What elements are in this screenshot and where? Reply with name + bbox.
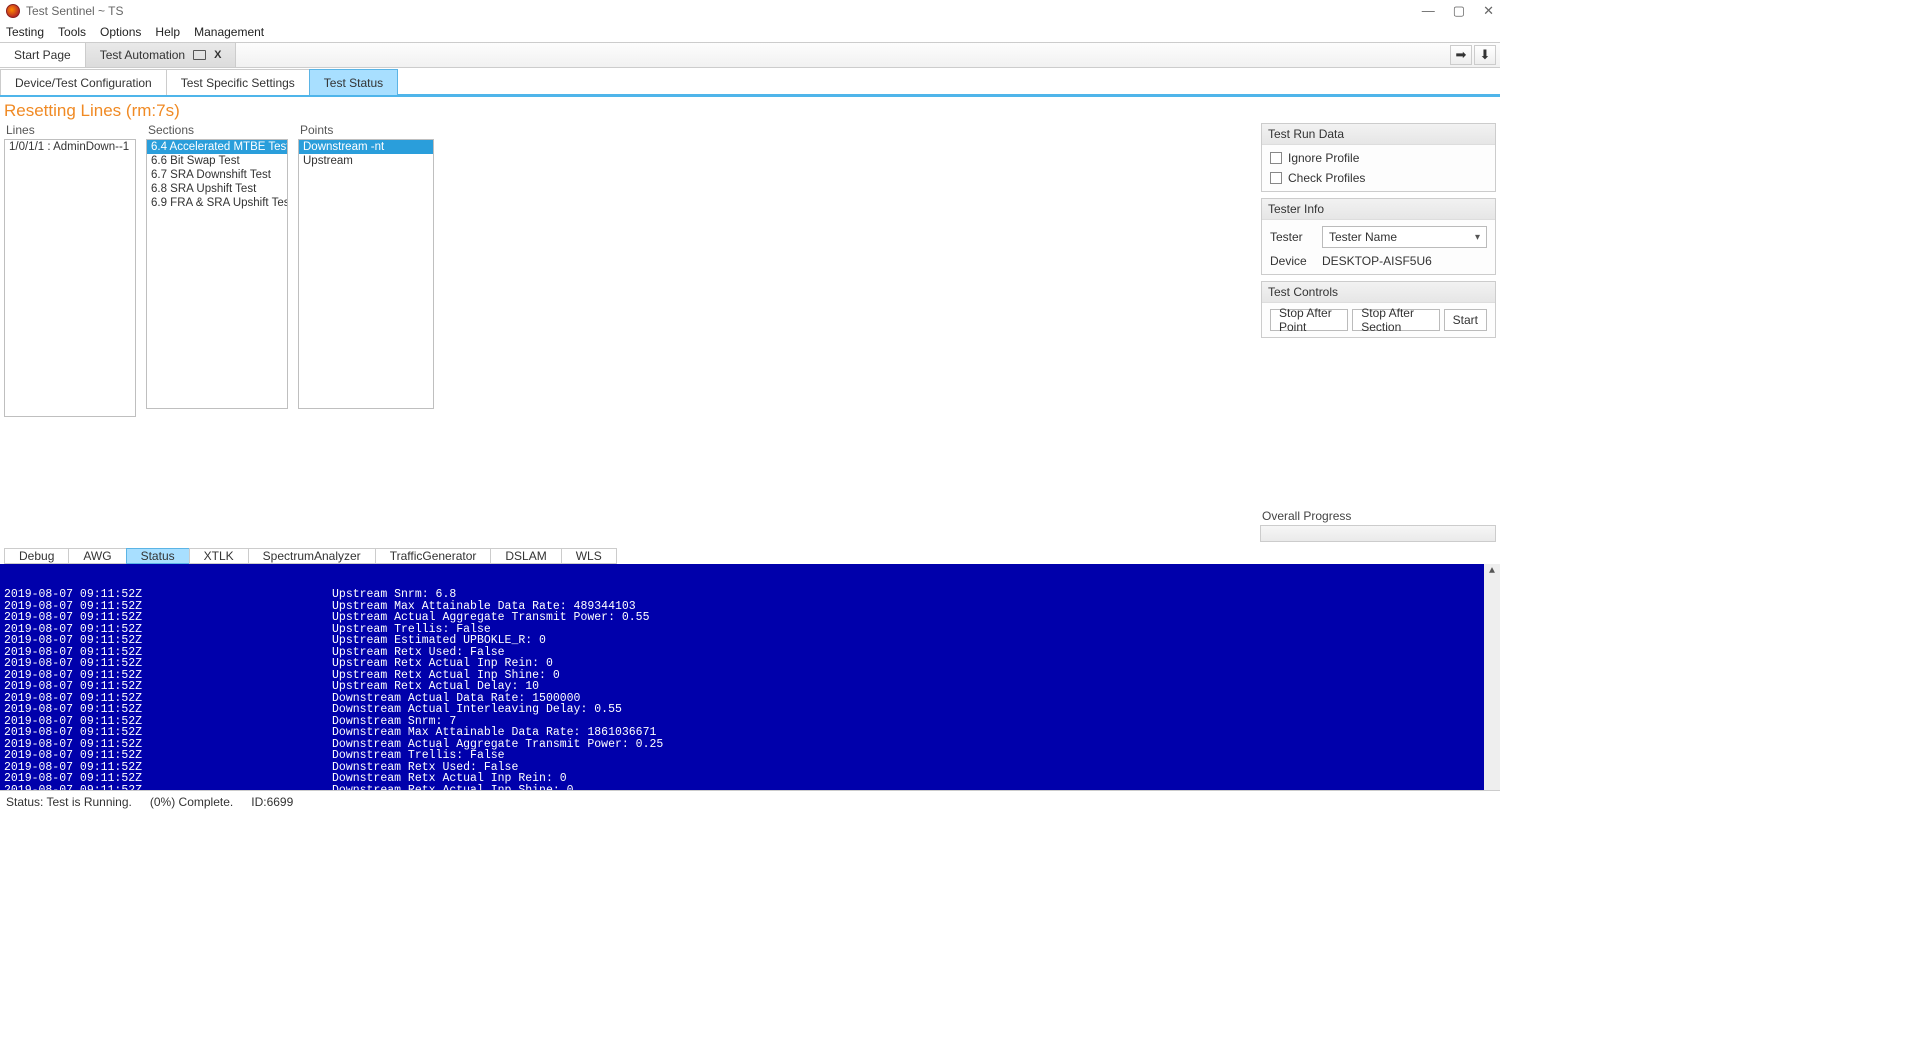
lines-item[interactable]: 1/0/1/1 : AdminDown--1	[5, 140, 135, 154]
window-title: Test Sentinel ~ TS	[26, 4, 124, 18]
log-line: 2019-08-07 09:11:52Z Upstream Estimated …	[4, 635, 1496, 647]
subtab-device-config[interactable]: Device/Test Configuration	[0, 69, 167, 95]
menu-bar: Testing Tools Options Help Management	[0, 22, 1500, 42]
log-line: 2019-08-07 09:11:52Z Upstream Retx Actua…	[4, 681, 1496, 693]
sections-column: Sections 6.4 Accelerated MTBE Test -na 6…	[146, 123, 288, 417]
overall-progress-block: Overall Progress	[0, 507, 1500, 542]
tab-start-page-label: Start Page	[14, 48, 71, 62]
menu-testing[interactable]: Testing	[6, 25, 44, 39]
tester-select-value: Tester Name	[1329, 230, 1397, 244]
sub-tabs: Device/Test Configuration Test Specific …	[0, 68, 1500, 94]
tab-close-icon[interactable]: X	[214, 49, 221, 61]
log-tabs: Debug AWG Status XTLK SpectrumAnalyzer T…	[0, 548, 1500, 564]
status-text: Status: Test is Running.	[6, 795, 132, 809]
points-item[interactable]: Upstream	[299, 154, 433, 168]
panel-tester-info: Tester Info Tester Tester Name ▾ Device …	[1261, 198, 1496, 275]
tab-test-automation[interactable]: Test Automation X	[86, 43, 237, 67]
points-listbox[interactable]: Downstream -nt Upstream	[298, 139, 434, 409]
scrollbar[interactable]: ▲ ▼	[1484, 564, 1500, 790]
start-button[interactable]: Start	[1444, 309, 1487, 331]
panel-tester-info-header: Tester Info	[1262, 199, 1495, 220]
tab-test-automation-label: Test Automation	[100, 48, 185, 62]
logtab-awg[interactable]: AWG	[68, 548, 126, 564]
log-line: 2019-08-07 09:11:52Z Upstream Actual Agg…	[4, 612, 1496, 624]
sections-item[interactable]: 6.4 Accelerated MTBE Test -na	[147, 140, 287, 154]
nav-down-button[interactable]: ⬇	[1474, 45, 1496, 65]
checkbox-icon[interactable]	[1270, 152, 1282, 164]
menu-tools[interactable]: Tools	[58, 25, 86, 39]
lines-label: Lines	[4, 123, 136, 139]
arrow-right-icon: ➡	[1456, 47, 1467, 63]
window-controls: — ▢ ✕	[1422, 3, 1494, 19]
sections-item[interactable]: 6.6 Bit Swap Test	[147, 154, 287, 168]
check-profiles-label: Check Profiles	[1288, 171, 1365, 185]
sections-listbox[interactable]: 6.4 Accelerated MTBE Test -na 6.6 Bit Sw…	[146, 139, 288, 409]
logtab-spectrum[interactable]: SpectrumAnalyzer	[248, 548, 376, 564]
logtab-wls[interactable]: WLS	[561, 548, 617, 564]
log-area[interactable]: 2019-08-07 09:11:52Z Upstream Snrm: 6.8 2…	[0, 564, 1500, 790]
log-line: 2019-08-07 09:11:52Z Upstream Snrm: 6.8	[4, 589, 1496, 601]
app-icon	[6, 4, 20, 18]
log-line: 2019-08-07 09:11:52Z Downstream Actual I…	[4, 704, 1496, 716]
upper-row: Lines 1/0/1/1 : AdminDown--1 Sections 6.…	[0, 123, 1500, 417]
sections-item[interactable]: 6.8 SRA Upshift Test	[147, 182, 287, 196]
stop-after-point-button[interactable]: Stop After Point	[1270, 309, 1348, 331]
log-line: 2019-08-07 09:11:52Z Downstream Retx Act…	[4, 773, 1496, 785]
status-message: Resetting Lines (rm:7s)	[0, 97, 1500, 123]
tester-select[interactable]: Tester Name ▾	[1322, 226, 1487, 248]
document-tabs: Start Page Test Automation X ➡ ⬇	[0, 42, 1500, 68]
status-percent: (0%) Complete.	[150, 795, 233, 809]
tester-label: Tester	[1270, 230, 1316, 244]
menu-help[interactable]: Help	[155, 25, 180, 39]
panel-test-run-data: Test Run Data Ignore Profile Check Profi…	[1261, 123, 1496, 192]
points-label: Points	[298, 123, 434, 139]
device-value: DESKTOP-AISF5U6	[1322, 254, 1487, 268]
device-label: Device	[1270, 254, 1316, 268]
right-panels: Test Run Data Ignore Profile Check Profi…	[1261, 123, 1496, 417]
window-restore-icon	[193, 50, 206, 60]
lines-column: Lines 1/0/1/1 : AdminDown--1	[4, 123, 136, 417]
panel-test-run-data-header: Test Run Data	[1262, 124, 1495, 145]
sections-item[interactable]: 6.7 SRA Downshift Test	[147, 168, 287, 182]
sections-label: Sections	[146, 123, 288, 139]
log-line: 2019-08-07 09:11:52Z Upstream Retx Actua…	[4, 658, 1496, 670]
logtab-debug[interactable]: Debug	[4, 548, 69, 564]
minimize-button[interactable]: —	[1422, 3, 1435, 19]
stop-after-section-button[interactable]: Stop After Section	[1352, 309, 1439, 331]
logtab-dslam[interactable]: DSLAM	[490, 548, 561, 564]
nav-forward-button[interactable]: ➡	[1450, 45, 1472, 65]
subtab-test-specific[interactable]: Test Specific Settings	[166, 69, 310, 95]
tab-start-page[interactable]: Start Page	[0, 43, 86, 67]
log-line: 2019-08-07 09:11:52Z Downstream Max Atta…	[4, 727, 1496, 739]
maximize-button[interactable]: ▢	[1453, 3, 1465, 19]
overall-progress-label: Overall Progress	[1260, 507, 1496, 525]
lines-listbox[interactable]: 1/0/1/1 : AdminDown--1	[4, 139, 136, 417]
log-line: 2019-08-07 09:11:52Z Downstream Retx Act…	[4, 785, 1496, 791]
panel-test-controls-header: Test Controls	[1262, 282, 1495, 303]
close-button[interactable]: ✕	[1483, 3, 1494, 19]
logtab-status[interactable]: Status	[126, 548, 190, 564]
sections-item[interactable]: 6.9 FRA & SRA Upshift Test	[147, 196, 287, 210]
logtab-xtlk[interactable]: XTLK	[189, 548, 249, 564]
ignore-profile-label: Ignore Profile	[1288, 151, 1359, 165]
points-item[interactable]: Downstream -nt	[299, 140, 433, 154]
scroll-up-icon[interactable]: ▲	[1484, 564, 1500, 580]
menu-options[interactable]: Options	[100, 25, 141, 39]
ignore-profile-row[interactable]: Ignore Profile	[1270, 151, 1487, 165]
status-id: ID:6699	[251, 795, 293, 809]
checkbox-icon[interactable]	[1270, 172, 1282, 184]
status-bar: Status: Test is Running. (0%) Complete. …	[0, 790, 1500, 812]
log-line: 2019-08-07 09:11:52Z Downstream Trellis:…	[4, 750, 1496, 762]
panel-test-controls: Test Controls Stop After Point Stop Afte…	[1261, 281, 1496, 338]
arrow-down-icon: ⬇	[1480, 47, 1491, 63]
chevron-down-icon: ▾	[1475, 232, 1480, 243]
main-area: Resetting Lines (rm:7s) Lines 1/0/1/1 : …	[0, 97, 1500, 790]
title-bar: Test Sentinel ~ TS — ▢ ✕	[0, 0, 1500, 22]
overall-progress-bar	[1260, 525, 1496, 542]
check-profiles-row[interactable]: Check Profiles	[1270, 171, 1487, 185]
subtab-test-status[interactable]: Test Status	[309, 69, 398, 95]
points-column: Points Downstream -nt Upstream	[298, 123, 434, 417]
logtab-traffic[interactable]: TrafficGenerator	[375, 548, 492, 564]
menu-management[interactable]: Management	[194, 25, 264, 39]
